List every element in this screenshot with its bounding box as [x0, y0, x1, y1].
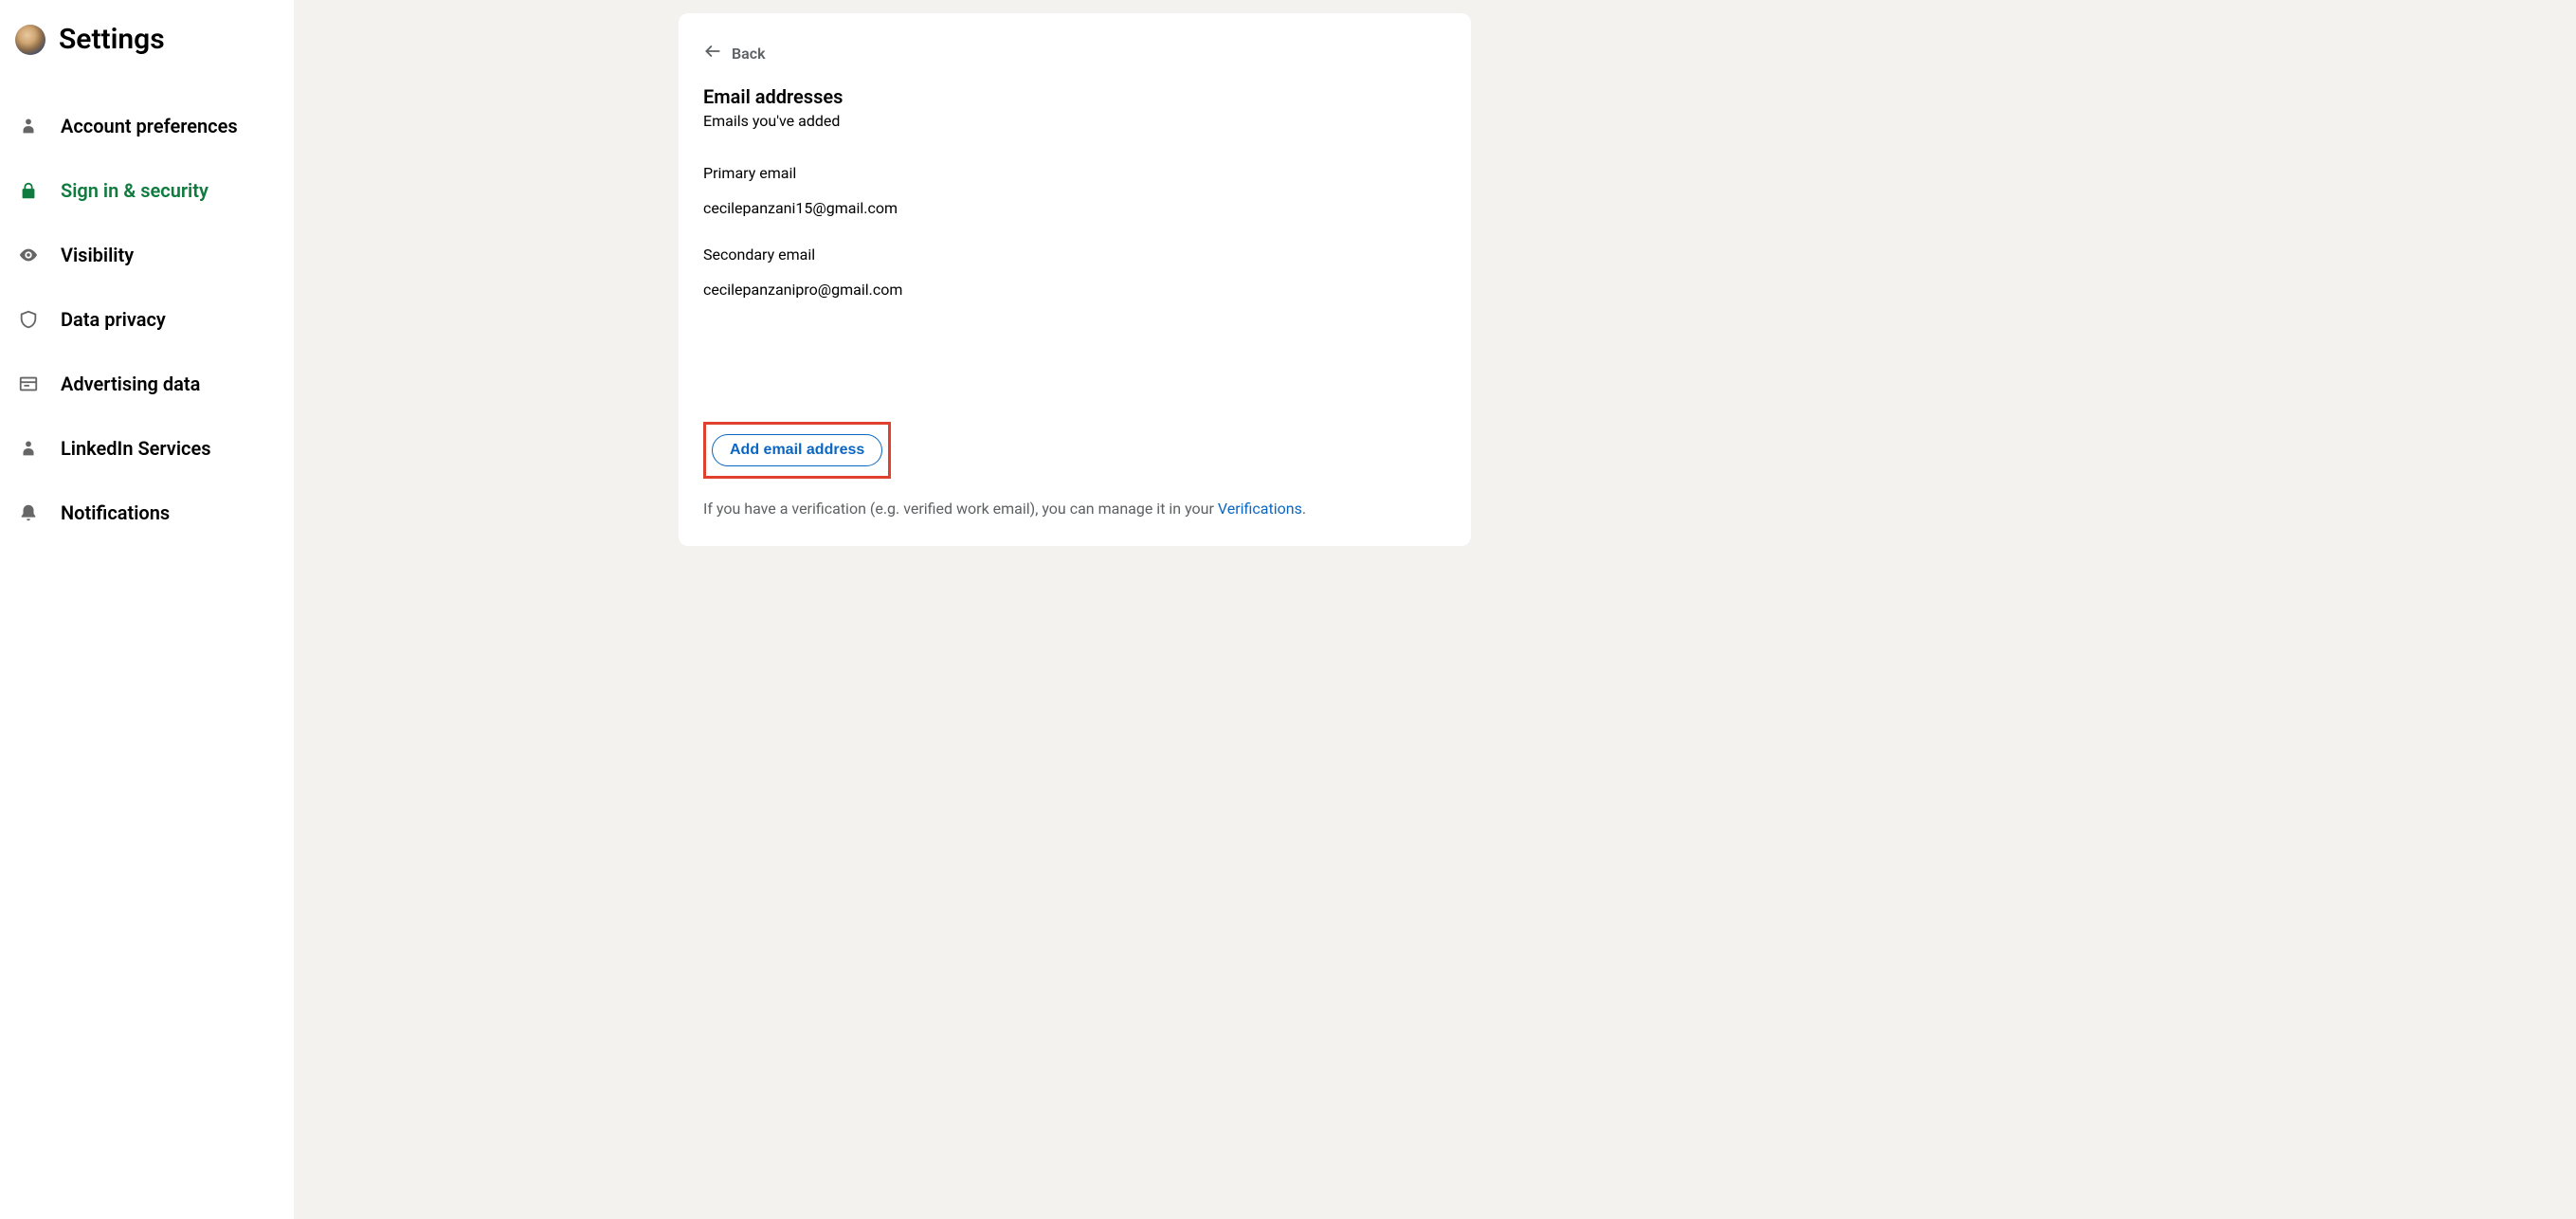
sidebar-item-label: Account preferences [61, 115, 238, 137]
eye-icon [17, 244, 40, 266]
spacer [703, 327, 1446, 422]
sidebar-item-visibility[interactable]: Visibility [15, 223, 279, 287]
sidebar-item-label: Sign in & security [61, 179, 209, 202]
primary-email-value: cecilepanzani15@gmail.com [703, 199, 1446, 217]
person-icon [17, 437, 40, 460]
sidebar-item-label: LinkedIn Services [61, 437, 211, 460]
secondary-email-value: cecilepanzanipro@gmail.com [703, 281, 1446, 299]
section-title: Email addresses [703, 85, 1446, 108]
footnote-prefix: If you have a verification (e.g. verifie… [703, 500, 1218, 518]
sidebar-item-label: Data privacy [61, 308, 166, 331]
sidebar-header: Settings [15, 23, 279, 94]
main: Back Email addresses Emails you've added… [294, 0, 2576, 1219]
person-icon [17, 115, 40, 137]
sidebar-item-label: Notifications [61, 501, 170, 524]
shield-icon [17, 308, 40, 331]
sidebar-item-account-preferences[interactable]: Account preferences [15, 94, 279, 158]
sidebar-item-data-privacy[interactable]: Data privacy [15, 287, 279, 352]
sidebar: Settings Account preferences Sign in & s… [0, 0, 294, 1219]
annotation-highlight: Add email address [703, 422, 891, 479]
arrow-left-icon [703, 42, 722, 64]
avatar[interactable] [15, 25, 45, 55]
verifications-link[interactable]: Verifications [1218, 500, 1302, 518]
add-email-button[interactable]: Add email address [712, 434, 882, 466]
back-label: Back [732, 45, 766, 63]
nav-list: Account preferences Sign in & security V… [15, 94, 279, 545]
lock-icon [17, 179, 40, 202]
content-card: Back Email addresses Emails you've added… [679, 13, 1471, 546]
sidebar-item-linkedin-services[interactable]: LinkedIn Services [15, 416, 279, 481]
sidebar-item-notifications[interactable]: Notifications [15, 481, 279, 545]
section-subtitle: Emails you've added [703, 112, 1446, 130]
back-button[interactable]: Back [703, 42, 766, 64]
verification-footnote: If you have a verification (e.g. verifie… [703, 500, 1446, 518]
footnote-suffix: . [1302, 500, 1306, 518]
sidebar-item-advertising-data[interactable]: Advertising data [15, 352, 279, 416]
primary-email-label: Primary email [703, 164, 1446, 182]
bell-icon [17, 501, 40, 524]
sidebar-item-label: Advertising data [61, 373, 200, 395]
newspaper-icon [17, 373, 40, 395]
sidebar-item-label: Visibility [61, 244, 134, 266]
page-title: Settings [59, 23, 165, 56]
secondary-email-label: Secondary email [703, 246, 1446, 264]
sidebar-item-sign-in-security[interactable]: Sign in & security [15, 158, 279, 223]
